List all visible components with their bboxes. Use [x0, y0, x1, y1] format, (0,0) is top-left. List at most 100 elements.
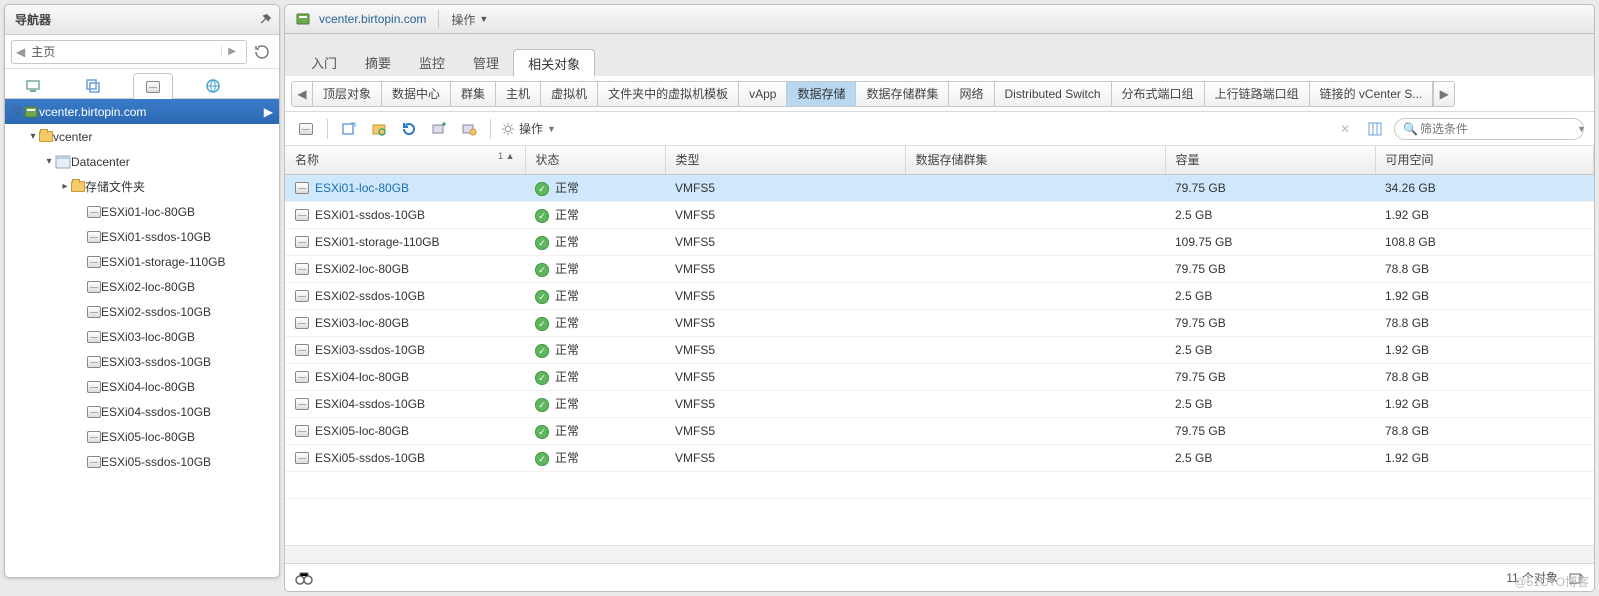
subtab-2[interactable]: 群集: [451, 81, 496, 107]
table-row[interactable]: ESXi04-ssdos-10GB✓正常VMFS52.5 GB1.92 GB: [285, 390, 1594, 417]
new-datastore-button[interactable]: [295, 118, 317, 140]
table-row[interactable]: ESXi01-storage-110GB✓正常VMFS5109.75 GB108…: [285, 228, 1594, 255]
subtab-3[interactable]: 主机: [496, 81, 541, 107]
increase-capacity-button[interactable]: [428, 118, 450, 140]
manage-storage-button[interactable]: [458, 118, 480, 140]
tree-datastore-item[interactable]: ESXi03-loc-80GB: [5, 324, 279, 349]
tree-datastore-item[interactable]: ESXi02-loc-80GB: [5, 274, 279, 299]
tree-node-datacenter[interactable]: ▾ Datacenter: [5, 149, 279, 174]
col-status[interactable]: 状态: [525, 146, 665, 174]
tree-collapse-icon[interactable]: ▾: [43, 156, 55, 167]
nav-tab-network[interactable]: [193, 72, 233, 98]
table-row[interactable]: ESXi05-loc-80GB✓正常VMFS579.75 GB78.8 GB: [285, 417, 1594, 444]
table-row[interactable]: ESXi01-ssdos-10GB✓正常VMFS52.5 GB1.92 GB: [285, 201, 1594, 228]
datastore-grid[interactable]: 名称1 ▲ 状态 类型 数据存储群集 容量 可用空间 ESXi01-loc-80…: [285, 146, 1594, 545]
tab-monitor[interactable]: 监控: [405, 48, 459, 76]
find-icon[interactable]: [295, 571, 313, 585]
history-icon[interactable]: [251, 41, 273, 63]
col-type[interactable]: 类型: [665, 146, 905, 174]
tab-getting-started[interactable]: 入门: [297, 48, 351, 76]
col-cluster[interactable]: 数据存储群集: [905, 146, 1165, 174]
nav-tab-hosts[interactable]: [13, 72, 53, 98]
chevron-down-icon[interactable]: ▼: [1577, 124, 1586, 134]
col-free[interactable]: 可用空间: [1375, 146, 1594, 174]
tree-label: ESXi01-storage-110GB: [101, 255, 226, 269]
col-name[interactable]: 名称1 ▲: [285, 146, 525, 174]
tab-related-objects[interactable]: 相关对象: [513, 49, 595, 77]
clear-filter-button[interactable]: ✕: [1334, 118, 1356, 140]
tree-datastore-item[interactable]: ESXi01-loc-80GB: [5, 199, 279, 224]
subtab-10[interactable]: Distributed Switch: [995, 81, 1112, 107]
browse-files-button[interactable]: [368, 118, 390, 140]
col-capacity[interactable]: 容量: [1165, 146, 1375, 174]
cell-type: VMFS5: [665, 336, 905, 363]
cell-status: 正常: [555, 316, 579, 330]
tree-root-vcenter[interactable]: ▽ vcenter.birtopin.com ▶: [5, 99, 279, 124]
cell-status: 正常: [555, 397, 579, 411]
subtab-8[interactable]: 数据存储群集: [856, 81, 949, 107]
breadcrumb-box[interactable]: ◀ 主页 ▶: [11, 40, 247, 64]
tree-datastore-item[interactable]: ESXi01-storage-110GB: [5, 249, 279, 274]
tree-node-storage-folder[interactable]: ▸ 存储文件夹: [5, 174, 279, 199]
back-icon[interactable]: ◀: [16, 45, 25, 59]
content-area: ◀ 顶层对象数据中心群集主机虚拟机文件夹中的虚拟机模板vApp数据存储数据存储群…: [284, 76, 1595, 592]
actions-dropdown[interactable]: 操作 ▼: [501, 120, 556, 137]
subtab-1[interactable]: 数据中心: [382, 81, 451, 107]
subtab-0[interactable]: 顶层对象: [313, 81, 382, 107]
cell-capacity: 79.75 GB: [1165, 255, 1375, 282]
pin-icon[interactable]: [259, 13, 273, 27]
tab-summary[interactable]: 摘要: [351, 48, 405, 76]
table-row[interactable]: ESXi01-loc-80GB✓正常VMFS579.75 GB34.26 GB: [285, 174, 1594, 201]
subtab-9[interactable]: 网络: [949, 81, 994, 107]
tree-datastore-item[interactable]: ESXi01-ssdos-10GB: [5, 224, 279, 249]
forward-icon[interactable]: ▶: [221, 46, 242, 57]
tree-datastore-item[interactable]: ESXi03-ssdos-10GB: [5, 349, 279, 374]
navigator-tree[interactable]: ▽ vcenter.birtopin.com ▶ ▾ vcenter ▾ Dat…: [5, 99, 279, 577]
filter-input[interactable]: [1418, 121, 1577, 137]
status-ok-icon: ✓: [535, 425, 549, 439]
subtab-11[interactable]: 分布式端口组: [1112, 81, 1205, 107]
navigator-panel: 导航器 ◀ 主页 ▶ ▽ vcente: [4, 4, 280, 578]
export-button[interactable]: [1568, 571, 1584, 585]
register-vm-button[interactable]: [338, 118, 360, 140]
table-row[interactable]: ESXi03-loc-80GB✓正常VMFS579.75 GB78.8 GB: [285, 309, 1594, 336]
table-row[interactable]: ESXi02-loc-80GB✓正常VMFS579.75 GB78.8 GB: [285, 255, 1594, 282]
subtab-13[interactable]: 链接的 vCenter S...: [1310, 81, 1434, 107]
tree-node-vcenter-folder[interactable]: ▾ vcenter: [5, 124, 279, 149]
nav-tab-storage[interactable]: [133, 73, 173, 99]
subtab-12[interactable]: 上行链路端口组: [1205, 81, 1310, 107]
tree-datastore-item[interactable]: ESXi04-ssdos-10GB: [5, 399, 279, 424]
nav-tab-vms[interactable]: [73, 72, 113, 98]
tree-datastore-item[interactable]: ESXi05-ssdos-10GB: [5, 449, 279, 474]
subtab-6[interactable]: vApp: [739, 81, 787, 107]
grid-horizontal-scrollbar[interactable]: [285, 545, 1594, 563]
navigator-header: 导航器: [5, 5, 279, 35]
tree-expand-icon[interactable]: ▸: [59, 181, 71, 192]
actions-menu[interactable]: 操作 ▼: [451, 11, 488, 28]
table-row[interactable]: ESXi02-ssdos-10GB✓正常VMFS52.5 GB1.92 GB: [285, 282, 1594, 309]
tab-manage[interactable]: 管理: [459, 48, 513, 76]
subtab-scroll-left[interactable]: ◀: [291, 81, 313, 107]
tree-datastore-item[interactable]: ESXi04-loc-80GB: [5, 374, 279, 399]
filter-box[interactable]: 🔍 ▼: [1394, 118, 1584, 140]
cell-cluster: [905, 390, 1165, 417]
cell-type: VMFS5: [665, 174, 905, 201]
cell-free: 78.8 GB: [1375, 309, 1594, 336]
refresh-button[interactable]: [398, 118, 420, 140]
column-picker-button[interactable]: [1364, 118, 1386, 140]
table-row[interactable]: ESXi04-loc-80GB✓正常VMFS579.75 GB78.8 GB: [285, 363, 1594, 390]
tree-collapse-icon[interactable]: ▽: [11, 106, 23, 117]
tree-datastore-item[interactable]: ESXi02-ssdos-10GB: [5, 299, 279, 324]
table-row[interactable]: ESXi05-ssdos-10GB✓正常VMFS52.5 GB1.92 GB: [285, 444, 1594, 471]
tree-datastore-item[interactable]: ESXi05-loc-80GB: [5, 424, 279, 449]
cell-free: 34.26 GB: [1375, 174, 1594, 201]
tree-label: ESXi03-ssdos-10GB: [101, 355, 211, 369]
table-row[interactable]: ESXi03-ssdos-10GB✓正常VMFS52.5 GB1.92 GB: [285, 336, 1594, 363]
tree-collapse-icon[interactable]: ▾: [27, 131, 39, 142]
subtab-scroll-right[interactable]: ▶: [1433, 81, 1455, 107]
subtab-5[interactable]: 文件夹中的虚拟机模板: [598, 81, 739, 107]
subtab-7[interactable]: 数据存储: [787, 81, 856, 107]
tree-label: Datacenter: [71, 155, 130, 169]
subtab-4[interactable]: 虚拟机: [541, 81, 598, 107]
cell-status: 正常: [555, 235, 579, 249]
